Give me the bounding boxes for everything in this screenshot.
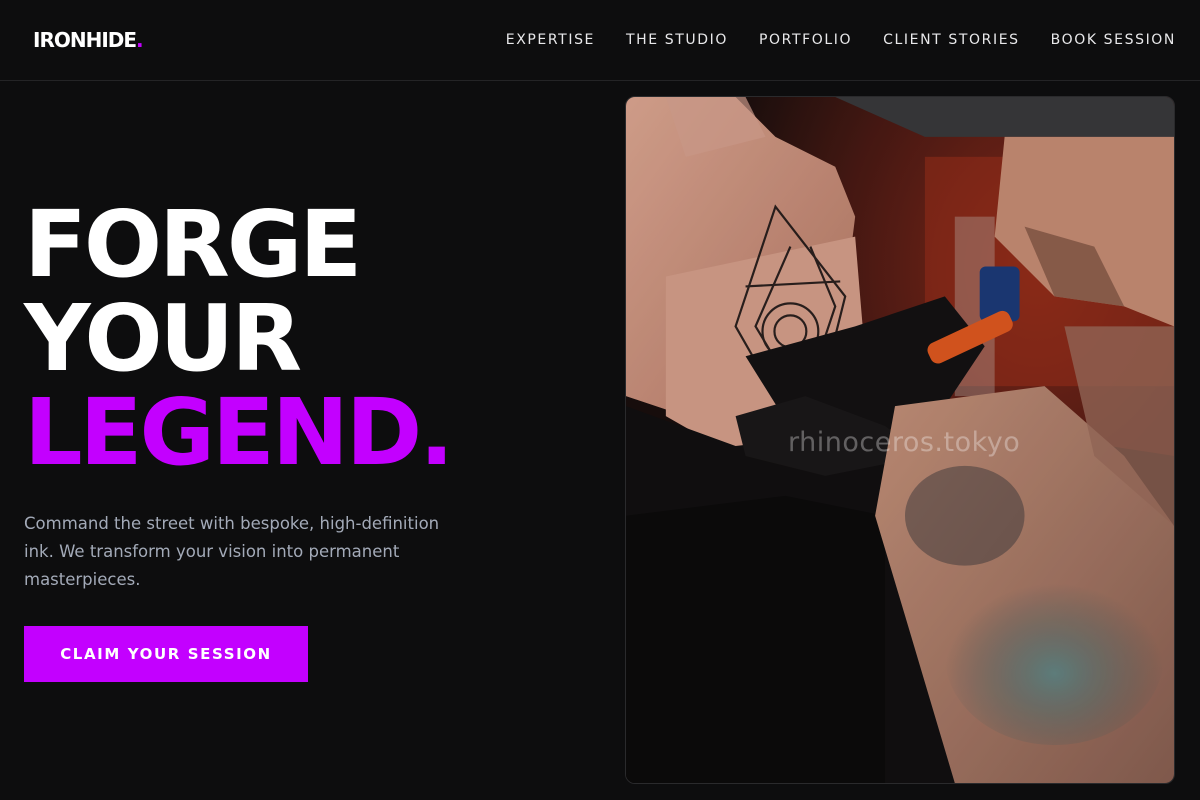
nav-item-book-session[interactable]: BOOK SESSION <box>1051 30 1176 50</box>
hero-title: FORGE YOUR LEGEND. <box>24 191 454 486</box>
hero-image: rhinoceros.tokyo <box>625 96 1175 784</box>
nav-item-expertise[interactable]: EXPERTISE <box>506 30 595 50</box>
hero-title-line-3: LEGEND. <box>24 379 454 486</box>
nav-item-the-studio[interactable]: THE STUDIO <box>626 30 728 50</box>
main-nav: EXPERTISE THE STUDIO PORTFOLIO CLIENT ST… <box>475 30 1176 50</box>
brand-logo[interactable]: IRONHIDE. <box>33 27 144 53</box>
nav-item-client-stories[interactable]: CLIENT STORIES <box>883 30 1019 50</box>
image-watermark: rhinoceros.tokyo <box>788 427 1021 458</box>
hero-title-line-1: FORGE <box>24 191 362 298</box>
hero-description: Command the street with bespoke, high-de… <box>24 514 440 589</box>
nav-item-portfolio[interactable]: PORTFOLIO <box>759 30 852 50</box>
site-header: IRONHIDE. EXPERTISE THE STUDIO PORTFOLIO… <box>0 0 1200 81</box>
brand-name: IRONHIDE <box>33 28 137 52</box>
hero-title-line-2: YOUR <box>24 285 302 392</box>
brand-logo-dot: . <box>136 28 144 52</box>
claim-session-button[interactable]: CLAIM YOUR SESSION <box>24 626 308 682</box>
